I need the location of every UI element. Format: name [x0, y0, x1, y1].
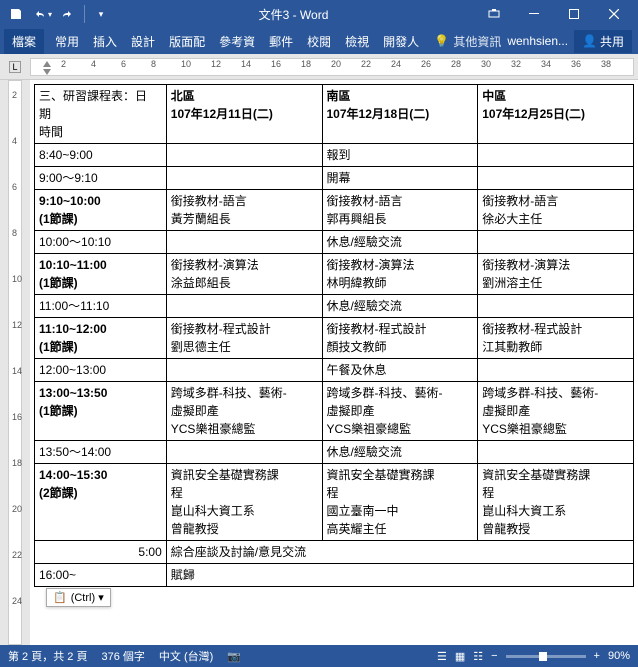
tab-references[interactable]: 參考資	[212, 29, 262, 54]
table-cell[interactable]: 三、研習課程表：日期時間	[35, 85, 167, 144]
tab-home[interactable]: 常用	[48, 29, 86, 54]
tab-design[interactable]: 設計	[124, 29, 162, 54]
tell-me[interactable]: 💡 其他資訊	[434, 33, 501, 50]
table-cell[interactable]: 資訊安全基礎實務課程崑山科大資工系曾龍教授	[478, 464, 634, 541]
table-cell[interactable]: 銜接教材-演算法林明緯教師	[322, 254, 478, 295]
table-cell[interactable]: 南區107年12月18日(二)	[322, 85, 478, 144]
table-cell[interactable]	[166, 167, 322, 190]
tab-file[interactable]: 檔案	[4, 29, 44, 54]
tell-me-label: 其他資訊	[453, 33, 501, 50]
status-page[interactable]: 第 2 頁，共 2 頁	[8, 648, 87, 664]
table-cell[interactable]	[478, 295, 634, 318]
document-page[interactable]: 三、研習課程表：日期時間 北區107年12月11日(二) 南區107年12月18…	[30, 80, 638, 645]
share-icon: 👤	[582, 34, 597, 48]
schedule-table: 三、研習課程表：日期時間 北區107年12月11日(二) 南區107年12月18…	[34, 84, 634, 587]
status-record-icon[interactable]: 📷	[227, 650, 241, 663]
table-cell[interactable]: 銜接教材-程式設計劉思德主任	[166, 318, 322, 359]
table-cell[interactable]: 中區107年12月25日(二)	[478, 85, 634, 144]
table-cell[interactable]	[166, 441, 322, 464]
table-cell[interactable]: 11:10~12:00(1節課)	[35, 318, 167, 359]
table-cell[interactable]: 5:00	[35, 541, 167, 564]
zoom-slider[interactable]	[506, 655, 586, 658]
paste-options-popup[interactable]: 📋 (Ctrl) ▾	[46, 588, 111, 607]
table-cell[interactable]: 休息/經驗交流	[322, 295, 478, 318]
maximize-icon[interactable]	[554, 0, 594, 28]
table-cell[interactable]: 開幕	[322, 167, 478, 190]
tab-view[interactable]: 檢視	[338, 29, 376, 54]
status-words[interactable]: 376 個字	[101, 648, 144, 664]
window-title: 文件3 - Word	[113, 6, 474, 23]
table-cell[interactable]: 賦歸	[166, 564, 633, 587]
undo-icon[interactable]: ▾	[30, 2, 54, 26]
table-cell[interactable]: 11:00～11:10	[35, 295, 167, 318]
share-button[interactable]: 👤 共用	[574, 30, 632, 53]
table-cell[interactable]	[166, 231, 322, 254]
view-read-icon[interactable]: ☰	[437, 650, 447, 663]
table-cell[interactable]: 資訊安全基礎實務課程國立臺南一中高英耀主任	[322, 464, 478, 541]
table-cell[interactable]: 跨域多群-科技、藝術-虛擬即產YCS樂祖豪總監	[478, 382, 634, 441]
user-name[interactable]: wenhsien...	[507, 34, 568, 48]
share-label: 共用	[600, 33, 624, 50]
tab-insert[interactable]: 插入	[86, 29, 124, 54]
table-cell[interactable]	[478, 167, 634, 190]
table-cell[interactable]	[166, 359, 322, 382]
table-cell[interactable]: 銜接教材-語言郭再興組長	[322, 190, 478, 231]
paste-label: (Ctrl) ▾	[71, 591, 104, 604]
table-cell[interactable]: 北區107年12月11日(二)	[166, 85, 322, 144]
table-cell[interactable]: 8:40~9:00	[35, 144, 167, 167]
zoom-in-icon[interactable]: +	[594, 650, 600, 662]
table-cell[interactable]: 午餐及休息	[322, 359, 478, 382]
table-cell[interactable]: 銜接教材-程式設計顏技文教師	[322, 318, 478, 359]
table-cell[interactable]: 休息/經驗交流	[322, 441, 478, 464]
table-cell[interactable]: 12:00~13:00	[35, 359, 167, 382]
table-cell[interactable]: 跨域多群-科技、藝術-虛擬即產YCS樂祖豪總監	[166, 382, 322, 441]
view-web-icon[interactable]: ☷	[473, 650, 483, 663]
table-cell[interactable]: 10:10~11:00(1節課)	[35, 254, 167, 295]
table-cell[interactable]: 13:00~13:50(1節課)	[35, 382, 167, 441]
qat-customize-icon[interactable]: ▾	[89, 2, 113, 26]
view-print-icon[interactable]: ▦	[455, 650, 465, 663]
save-icon[interactable]	[4, 2, 28, 26]
ribbon-options-icon[interactable]	[474, 0, 514, 28]
table-cell[interactable]: 銜接教材-語言徐必大主任	[478, 190, 634, 231]
status-lang[interactable]: 中文 (台灣)	[159, 648, 213, 664]
table-cell[interactable]	[478, 144, 634, 167]
horizontal-ruler[interactable]: 2468101214161820222426283032343638	[30, 58, 634, 76]
minimize-icon[interactable]	[514, 0, 554, 28]
tab-mailings[interactable]: 郵件	[262, 29, 300, 54]
table-cell[interactable]	[478, 359, 634, 382]
clipboard-icon: 📋	[53, 591, 67, 604]
table-cell[interactable]: 9:10~10:00(1節課)	[35, 190, 167, 231]
table-cell[interactable]: 跨域多群-科技、藝術-虛擬即產YCS樂祖豪總監	[322, 382, 478, 441]
tab-developer[interactable]: 開發人	[376, 29, 426, 54]
table-cell[interactable]: 10:00～10:10	[35, 231, 167, 254]
table-cell[interactable]: 銜接教材-演算法涂益郎組長	[166, 254, 322, 295]
table-cell[interactable]: 銜接教材-語言黃芳蘭組長	[166, 190, 322, 231]
table-cell[interactable]: 銜接教材-演算法劉洲溶主任	[478, 254, 634, 295]
table-cell[interactable]: 資訊安全基礎實務課程崑山科大資工系曾龍教授	[166, 464, 322, 541]
tab-layout[interactable]: 版面配	[162, 29, 212, 54]
table-cell[interactable]	[166, 144, 322, 167]
zoom-level[interactable]: 90%	[608, 650, 630, 662]
table-cell[interactable]: 休息/經驗交流	[322, 231, 478, 254]
ruler-corner: L	[0, 54, 30, 79]
lightbulb-icon: 💡	[434, 34, 449, 48]
table-cell[interactable]: 9:00～9:10	[35, 167, 167, 190]
table-cell[interactable]: 16:00~	[35, 564, 167, 587]
tab-review[interactable]: 校閱	[300, 29, 338, 54]
zoom-out-icon[interactable]: −	[491, 650, 497, 662]
table-cell[interactable]	[478, 441, 634, 464]
vertical-ruler[interactable]: 24681012141618202224	[0, 80, 30, 645]
table-cell[interactable]: 綜合座談及討論/意見交流	[166, 541, 633, 564]
table-cell[interactable]	[478, 231, 634, 254]
table-cell[interactable]: 13:50～14:00	[35, 441, 167, 464]
redo-icon[interactable]	[56, 2, 80, 26]
table-cell[interactable]: 報到	[322, 144, 478, 167]
table-cell[interactable]	[166, 295, 322, 318]
table-cell[interactable]: 14:00~15:30(2節課)	[35, 464, 167, 541]
table-cell[interactable]: 銜接教材-程式設計江其勳教師	[478, 318, 634, 359]
close-icon[interactable]	[594, 0, 634, 28]
